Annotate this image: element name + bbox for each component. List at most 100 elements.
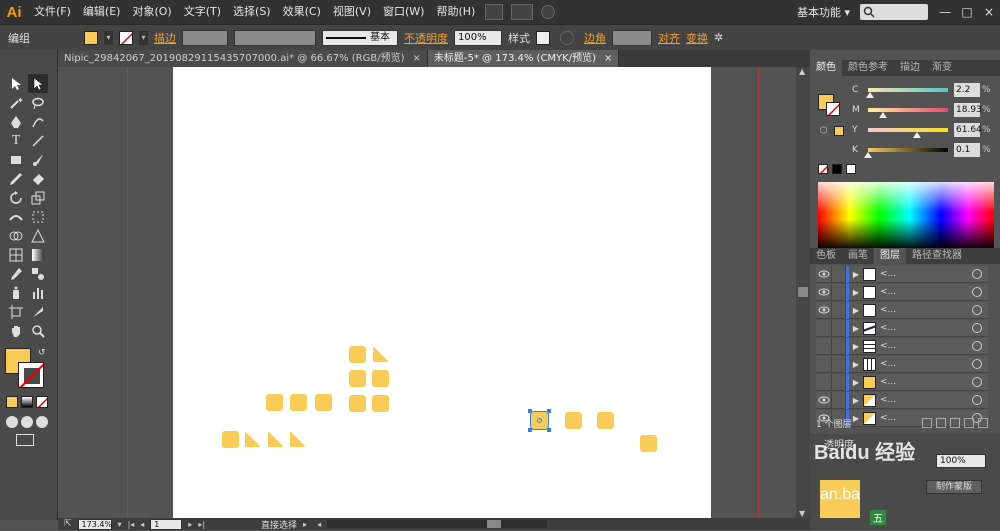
transform-button[interactable]: 变换	[686, 30, 708, 46]
eyedropper-tool-icon[interactable]	[6, 264, 26, 283]
lock-toggle[interactable]	[832, 373, 846, 391]
rounded-square[interactable]	[372, 395, 389, 412]
zoom-tool-icon[interactable]	[28, 321, 48, 340]
align-button[interactable]: 对齐	[658, 30, 680, 46]
tab-swatches[interactable]: 色板	[810, 248, 842, 264]
visibility-toggle[interactable]	[816, 355, 832, 373]
menu-view[interactable]: 视图(V)	[327, 0, 377, 24]
rounded-triangle[interactable]	[244, 431, 261, 448]
tab-stroke[interactable]: 描边	[894, 60, 926, 76]
ime-indicator[interactable]: 五	[870, 510, 886, 525]
next-page-icon[interactable]: ▸	[188, 520, 192, 529]
symbol-sprayer-tool-icon[interactable]	[6, 283, 26, 302]
draw-normal-icon[interactable]	[6, 416, 18, 428]
scale-tool-icon[interactable]	[28, 188, 48, 207]
menu-select[interactable]: 选择(S)	[227, 0, 277, 24]
direct-selection-tool-icon[interactable]	[28, 74, 48, 93]
scroll-down-icon[interactable]: ▼	[799, 509, 805, 518]
close-button[interactable]: ×	[978, 5, 1000, 19]
lock-toggle[interactable]	[832, 337, 846, 355]
gpu-icon[interactable]	[541, 5, 556, 19]
variable-width-field[interactable]	[234, 29, 316, 46]
minimize-button[interactable]: —	[934, 5, 956, 19]
rounded-triangle[interactable]	[267, 431, 284, 448]
tab-brushes[interactable]: 画笔	[842, 248, 874, 264]
yellow-value[interactable]: 61.64	[954, 123, 982, 137]
anchor-handle[interactable]	[547, 409, 551, 413]
swap-fill-stroke-icon[interactable]: ↺	[38, 348, 46, 358]
gradient-tool-icon[interactable]	[28, 245, 48, 264]
clipping-mask-icon[interactable]	[936, 418, 946, 428]
tab-color-guide[interactable]: 颜色参考	[842, 60, 894, 76]
visibility-toggle[interactable]	[816, 283, 832, 301]
make-mask-button[interactable]: 制作蒙版	[926, 480, 982, 494]
vertical-scrollbar[interactable]: ▲ ▼	[796, 67, 810, 518]
expand-arrow-icon[interactable]: ▶	[849, 270, 863, 279]
layer-row[interactable]: ▶ <...	[816, 355, 988, 373]
paintbrush-tool-icon[interactable]	[28, 150, 48, 169]
target-icon[interactable]	[972, 287, 982, 297]
layer-row[interactable]: ▶ <...	[816, 391, 988, 409]
expand-arrow-icon[interactable]: ▶	[849, 378, 863, 387]
status-menu-icon[interactable]: ▸	[303, 520, 307, 529]
rounded-triangle[interactable]	[289, 431, 306, 448]
chevron-down-icon[interactable]: ▾	[118, 520, 122, 529]
isolate-icon[interactable]: ✲	[714, 31, 723, 44]
lock-toggle[interactable]	[832, 319, 846, 337]
rounded-square[interactable]	[372, 370, 389, 387]
workspace-switcher[interactable]: 基本功能 ▾	[797, 4, 850, 20]
magenta-value[interactable]: 18.93	[954, 103, 982, 117]
hand-tool-icon[interactable]	[6, 321, 26, 340]
rounded-square[interactable]	[349, 370, 366, 387]
arrange-documents-button[interactable]	[511, 4, 534, 20]
magenta-slider[interactable]	[868, 108, 948, 118]
visibility-toggle[interactable]	[816, 337, 832, 355]
recolor-artwork-icon[interactable]	[560, 30, 574, 45]
yellow-slider[interactable]	[868, 128, 948, 138]
slider-knob[interactable]	[913, 132, 922, 138]
stroke-dropdown[interactable]: ▾	[139, 30, 148, 45]
transparency-opacity-field[interactable]: 100%	[936, 454, 986, 468]
visibility-toggle[interactable]	[816, 391, 832, 409]
visibility-toggle[interactable]	[816, 301, 832, 319]
lock-toggle[interactable]	[832, 283, 846, 301]
anchor-handle[interactable]	[528, 409, 532, 413]
target-icon[interactable]	[972, 359, 982, 369]
page-field[interactable]: 1	[150, 518, 183, 530]
visibility-toggle[interactable]	[816, 319, 832, 337]
stroke-weight-field[interactable]	[182, 29, 228, 46]
menu-file[interactable]: 文件(F)	[28, 0, 77, 24]
brush-stroke-style[interactable]: 基本	[322, 29, 398, 46]
target-icon[interactable]	[972, 377, 982, 387]
graphic-style-swatch[interactable]	[536, 30, 550, 45]
anchor-handle[interactable]	[528, 428, 532, 432]
mesh-tool-icon[interactable]	[6, 245, 26, 264]
layer-row[interactable]: ▶ <...	[816, 373, 988, 391]
cyan-value[interactable]: 2.2	[954, 83, 980, 97]
color-button[interactable]	[6, 396, 18, 408]
zoom-field[interactable]: 173.4%	[77, 518, 112, 530]
layer-row[interactable]: ▶ <...	[816, 265, 988, 283]
target-icon[interactable]	[972, 323, 982, 333]
tab-untitled-5[interactable]: 未标题-5* @ 173.4% (CMYK/预览) ×	[427, 50, 620, 67]
search-input[interactable]	[860, 4, 928, 20]
close-icon[interactable]: ×	[604, 50, 612, 67]
expand-arrow-icon[interactable]: ▶	[849, 342, 863, 351]
scroll-up-icon[interactable]: ▲	[799, 67, 805, 76]
rounded-square[interactable]	[565, 412, 582, 429]
tab-gradient[interactable]: 渐变	[926, 60, 958, 76]
rounded-triangle[interactable]	[372, 346, 389, 363]
first-page-icon[interactable]: |◂	[128, 520, 135, 529]
selection-tool-icon[interactable]	[6, 74, 26, 93]
rounded-square[interactable]	[349, 346, 366, 363]
artboard-nav-icon[interactable]: ⇱	[64, 519, 72, 529]
tab-pathfinder[interactable]: 路径查找器	[906, 248, 968, 264]
screen-mode-icon[interactable]	[16, 434, 34, 446]
expand-arrow-icon[interactable]: ▶	[849, 306, 863, 315]
artboard[interactable]	[173, 67, 711, 518]
slider-knob[interactable]	[865, 92, 874, 98]
tab-layers[interactable]: 图层	[874, 248, 906, 264]
target-icon[interactable]	[972, 305, 982, 315]
expand-arrow-icon[interactable]: ▶	[849, 396, 863, 405]
tab-nipic-document[interactable]: Nipic_29842067_20190829115435707000.ai* …	[58, 50, 428, 67]
